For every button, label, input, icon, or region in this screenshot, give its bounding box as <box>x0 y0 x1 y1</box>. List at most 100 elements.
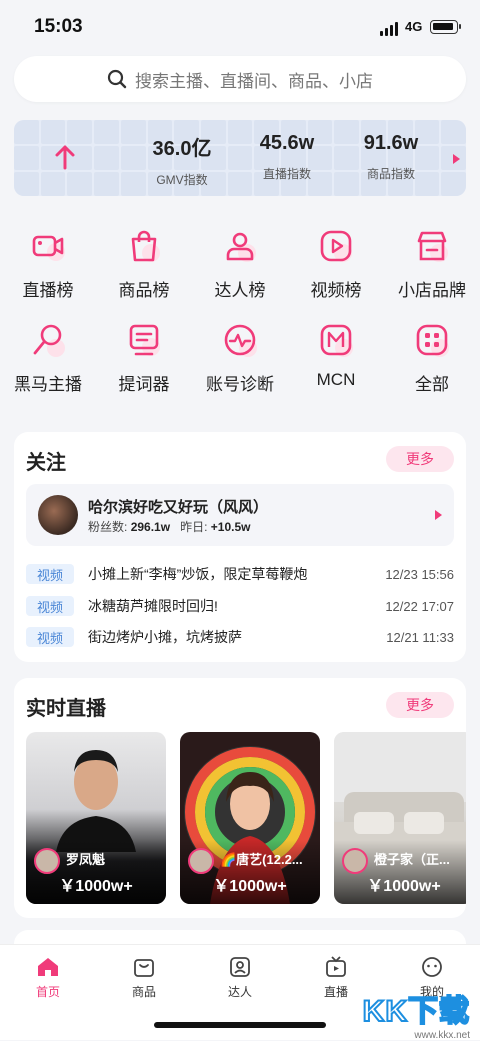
watermark-logo: KK下载 <box>362 994 470 1029</box>
menu-store-brand[interactable]: 小店品牌 <box>384 226 480 301</box>
heartbeat-icon <box>224 324 257 357</box>
menu-label: 达人榜 <box>214 281 266 300</box>
sales-value: ￥1000w+ <box>213 878 287 895</box>
tv-icon <box>326 956 346 977</box>
menu-label: 提词器 <box>118 375 170 394</box>
avatar <box>342 848 368 874</box>
menu-label: MCN <box>316 370 356 389</box>
menu-label: 直播榜 <box>22 281 74 300</box>
menu-row-2: 黑马主播 提词器 账号诊断 MCN 全部 <box>0 320 480 395</box>
live-card-item[interactable]: 罗凤魁 ￥1000w+ <box>26 732 166 904</box>
fans-label: 粉丝数: <box>88 520 128 534</box>
tab-label: 直播 <box>323 985 348 999</box>
followed-anchor[interactable]: 哈尔滨好吃又好玩（风风） 粉丝数: 296.1w 昨日: +10.5w <box>26 484 454 546</box>
menu-label: 小店品牌 <box>398 281 466 300</box>
banner-next-icon[interactable] <box>453 154 460 164</box>
list-item[interactable]: 视频 小摊上新“李梅”炒饭，限定草莓鞭炮 12/23 15:56 <box>26 562 454 586</box>
yesterday-value: +10.5w <box>210 520 251 534</box>
list-item[interactable]: 视频 冰糖葫芦摊限时回归! 12/22 17:07 <box>26 594 454 618</box>
shopping-bag-icon <box>131 230 160 262</box>
tab-home[interactable]: 首页 <box>0 955 96 1000</box>
menu-label: 黑马主播 <box>14 375 82 394</box>
bag-icon <box>134 959 154 977</box>
video-title: 街边烤炉小摊，坑烤披萨 <box>88 629 242 645</box>
menu-live-rank[interactable]: 直播榜 <box>0 226 96 301</box>
video-date: 12/22 17:07 <box>385 598 454 614</box>
menu-video-rank[interactable]: 视频榜 <box>288 226 384 301</box>
grid-icon <box>416 324 449 357</box>
tab-label: 达人 <box>227 985 252 999</box>
stat-value: 45.6w <box>259 132 315 154</box>
menu-all[interactable]: 全部 <box>384 320 480 395</box>
live-card-item[interactable]: 🌈唐艺(12.2... ￥1000w+ <box>180 732 320 904</box>
video-camera-icon <box>32 235 65 261</box>
mcn-icon <box>320 324 353 357</box>
watermark: KK下载 www.kkx.net <box>362 986 470 1041</box>
streamer-photo <box>56 750 136 852</box>
video-tag: 视频 <box>26 627 74 647</box>
stat-label: 商品指数 <box>366 167 415 181</box>
list-item[interactable]: 视频 街边烤炉小摊，坑烤披萨 12/21 11:33 <box>26 625 454 649</box>
tab-talent[interactable]: 达人 <box>192 955 288 1000</box>
home-indicator[interactable] <box>154 1022 326 1028</box>
sales-value: ￥1000w+ <box>367 878 441 895</box>
video-tag: 视频 <box>26 596 74 616</box>
follow-more-button[interactable]: 更多 <box>386 446 454 472</box>
user-card-icon <box>230 957 250 977</box>
follow-card: 关注 更多 哈尔滨好吃又好玩（风风） 粉丝数: 296.1w 昨日: +10.5… <box>14 432 466 662</box>
streamer-name: 🌈唐艺(12.2... <box>220 852 303 867</box>
anchor-fans: 粉丝数: 296.1w 昨日: +10.5w <box>88 518 250 535</box>
menu-label: 全部 <box>415 375 449 394</box>
status-bar: 15:03 4G <box>0 0 480 56</box>
stat-live: 45.6w 直播指数 <box>232 132 342 182</box>
menu-mcn[interactable]: MCN <box>288 320 384 395</box>
tab-label: 商品 <box>131 985 156 999</box>
streamer-name: 罗凤魁 <box>66 852 106 867</box>
follow-title: 关注 <box>26 452 66 474</box>
index-banner[interactable]: 36.0亿 GMV指数 45.6w 直播指数 91.6w 商品指数 <box>14 120 466 196</box>
menu-label: 视频榜 <box>310 281 362 300</box>
watermark-url: www.kkx.net <box>414 1030 470 1041</box>
network-type: 4G <box>405 19 423 34</box>
stat-gmv: 36.0亿 GMV指数 <box>127 132 237 188</box>
stat-value: 91.6w <box>363 132 419 154</box>
magnifier-icon <box>33 324 65 357</box>
menu-dark-horse[interactable]: 黑马主播 <box>0 320 96 395</box>
signal-icon <box>380 22 398 36</box>
stat-label: 直播指数 <box>262 167 311 181</box>
avatar <box>188 848 214 874</box>
play-icon[interactable] <box>435 510 442 520</box>
up-arrow-icon <box>55 145 75 170</box>
yesterday-label: 昨日: <box>180 520 208 534</box>
menu-talent-rank[interactable]: 达人榜 <box>192 226 288 301</box>
video-tag: 视频 <box>26 564 74 584</box>
video-title: 冰糖葫芦摊限时回归! <box>88 598 218 614</box>
stat-value: 36.0亿 <box>152 138 212 160</box>
live-more-button[interactable]: 更多 <box>386 692 454 718</box>
avatar <box>38 495 78 535</box>
live-list[interactable]: 罗凤魁 ￥1000w+ 🌈唐艺(12.2... ￥1000w+ 橙子家（正...… <box>26 732 466 904</box>
tab-label: 首页 <box>35 985 60 999</box>
live-title: 实时直播 <box>26 698 106 720</box>
menu-goods-rank[interactable]: 商品榜 <box>96 226 192 301</box>
search-bar[interactable]: 搜索主播、直播间、商品、小店 <box>14 56 466 102</box>
menu-label: 账号诊断 <box>206 375 274 394</box>
battery-icon <box>430 20 461 34</box>
store-icon <box>417 231 448 262</box>
menu-label: 商品榜 <box>118 281 170 300</box>
smile-icon <box>422 957 442 977</box>
video-title: 小摊上新“李梅”炒饭，限定草莓鞭炮 <box>88 566 308 582</box>
video-date: 12/21 11:33 <box>386 629 454 645</box>
live-card-item[interactable]: 橙子家（正... ￥1000w+ <box>334 732 466 904</box>
menu-teleprompter[interactable]: 提词器 <box>96 320 192 395</box>
stat-label: GMV指数 <box>156 173 208 187</box>
tab-goods[interactable]: 商品 <box>96 955 192 1000</box>
live-card: 实时直播 更多 罗凤魁 ￥1000w+ 🌈唐艺(12.2... ￥1000w+ … <box>14 678 466 918</box>
avatar <box>34 848 60 874</box>
home-icon <box>38 958 58 976</box>
anchor-name: 哈尔滨好吃又好玩（风风） <box>88 499 269 516</box>
menu-account-diagnosis[interactable]: 账号诊断 <box>192 320 288 395</box>
status-time: 15:03 <box>34 16 83 37</box>
search-placeholder: 搜索主播、直播间、商品、小店 <box>135 71 373 91</box>
menu-row-1: 直播榜 商品榜 达人榜 视频榜 小店品牌 <box>0 226 480 301</box>
